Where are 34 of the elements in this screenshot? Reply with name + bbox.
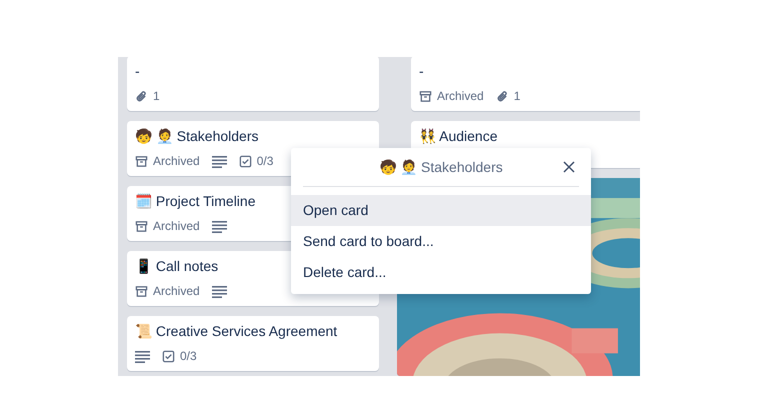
checklist-icon bbox=[238, 154, 252, 168]
badge-text: Archived bbox=[153, 218, 200, 235]
card-title: 🧒 🧑‍💼 Stakeholders bbox=[135, 127, 258, 145]
card[interactable]: - 1 bbox=[127, 57, 379, 111]
badge-text: Archived bbox=[437, 88, 484, 105]
badge-text: 1 bbox=[153, 88, 160, 105]
card-title: 👯 Audience bbox=[419, 126, 498, 145]
badge-text: 0/3 bbox=[256, 153, 274, 170]
menu-item[interactable]: Send card to board... bbox=[291, 226, 591, 257]
archive-icon bbox=[135, 154, 148, 168]
paperclip-icon bbox=[496, 90, 509, 102]
archive-icon bbox=[419, 90, 432, 102]
card[interactable]: 📜 Creative Services Agreement 0/3 bbox=[127, 316, 379, 371]
checklist-icon bbox=[162, 350, 175, 362]
description-icon bbox=[212, 154, 227, 168]
badge-text: 1 bbox=[514, 88, 520, 105]
card-title: - bbox=[135, 62, 140, 80]
badge-text: 0/3 bbox=[180, 348, 197, 365]
paperclip-icon bbox=[135, 90, 148, 102]
card-title: 📜 Creative Services Agreement bbox=[135, 322, 338, 340]
menu-item[interactable]: Open card bbox=[291, 195, 591, 226]
archive-icon bbox=[135, 284, 148, 298]
card[interactable]: - Archived 1 bbox=[411, 57, 640, 111]
menu-item[interactable]: Delete card... bbox=[291, 257, 591, 288]
card-title: 🗓 Project Timeline bbox=[135, 192, 256, 210]
description-icon bbox=[212, 284, 227, 298]
badge-text: Archived bbox=[153, 283, 200, 300]
card-title: - bbox=[419, 62, 424, 80]
badge-text: Archived bbox=[153, 153, 200, 170]
close-icon bbox=[563, 161, 575, 173]
description-icon bbox=[212, 220, 227, 232]
card-title: 📱 Call notes bbox=[135, 257, 218, 275]
archive-icon bbox=[135, 220, 148, 232]
description-icon bbox=[135, 350, 150, 362]
